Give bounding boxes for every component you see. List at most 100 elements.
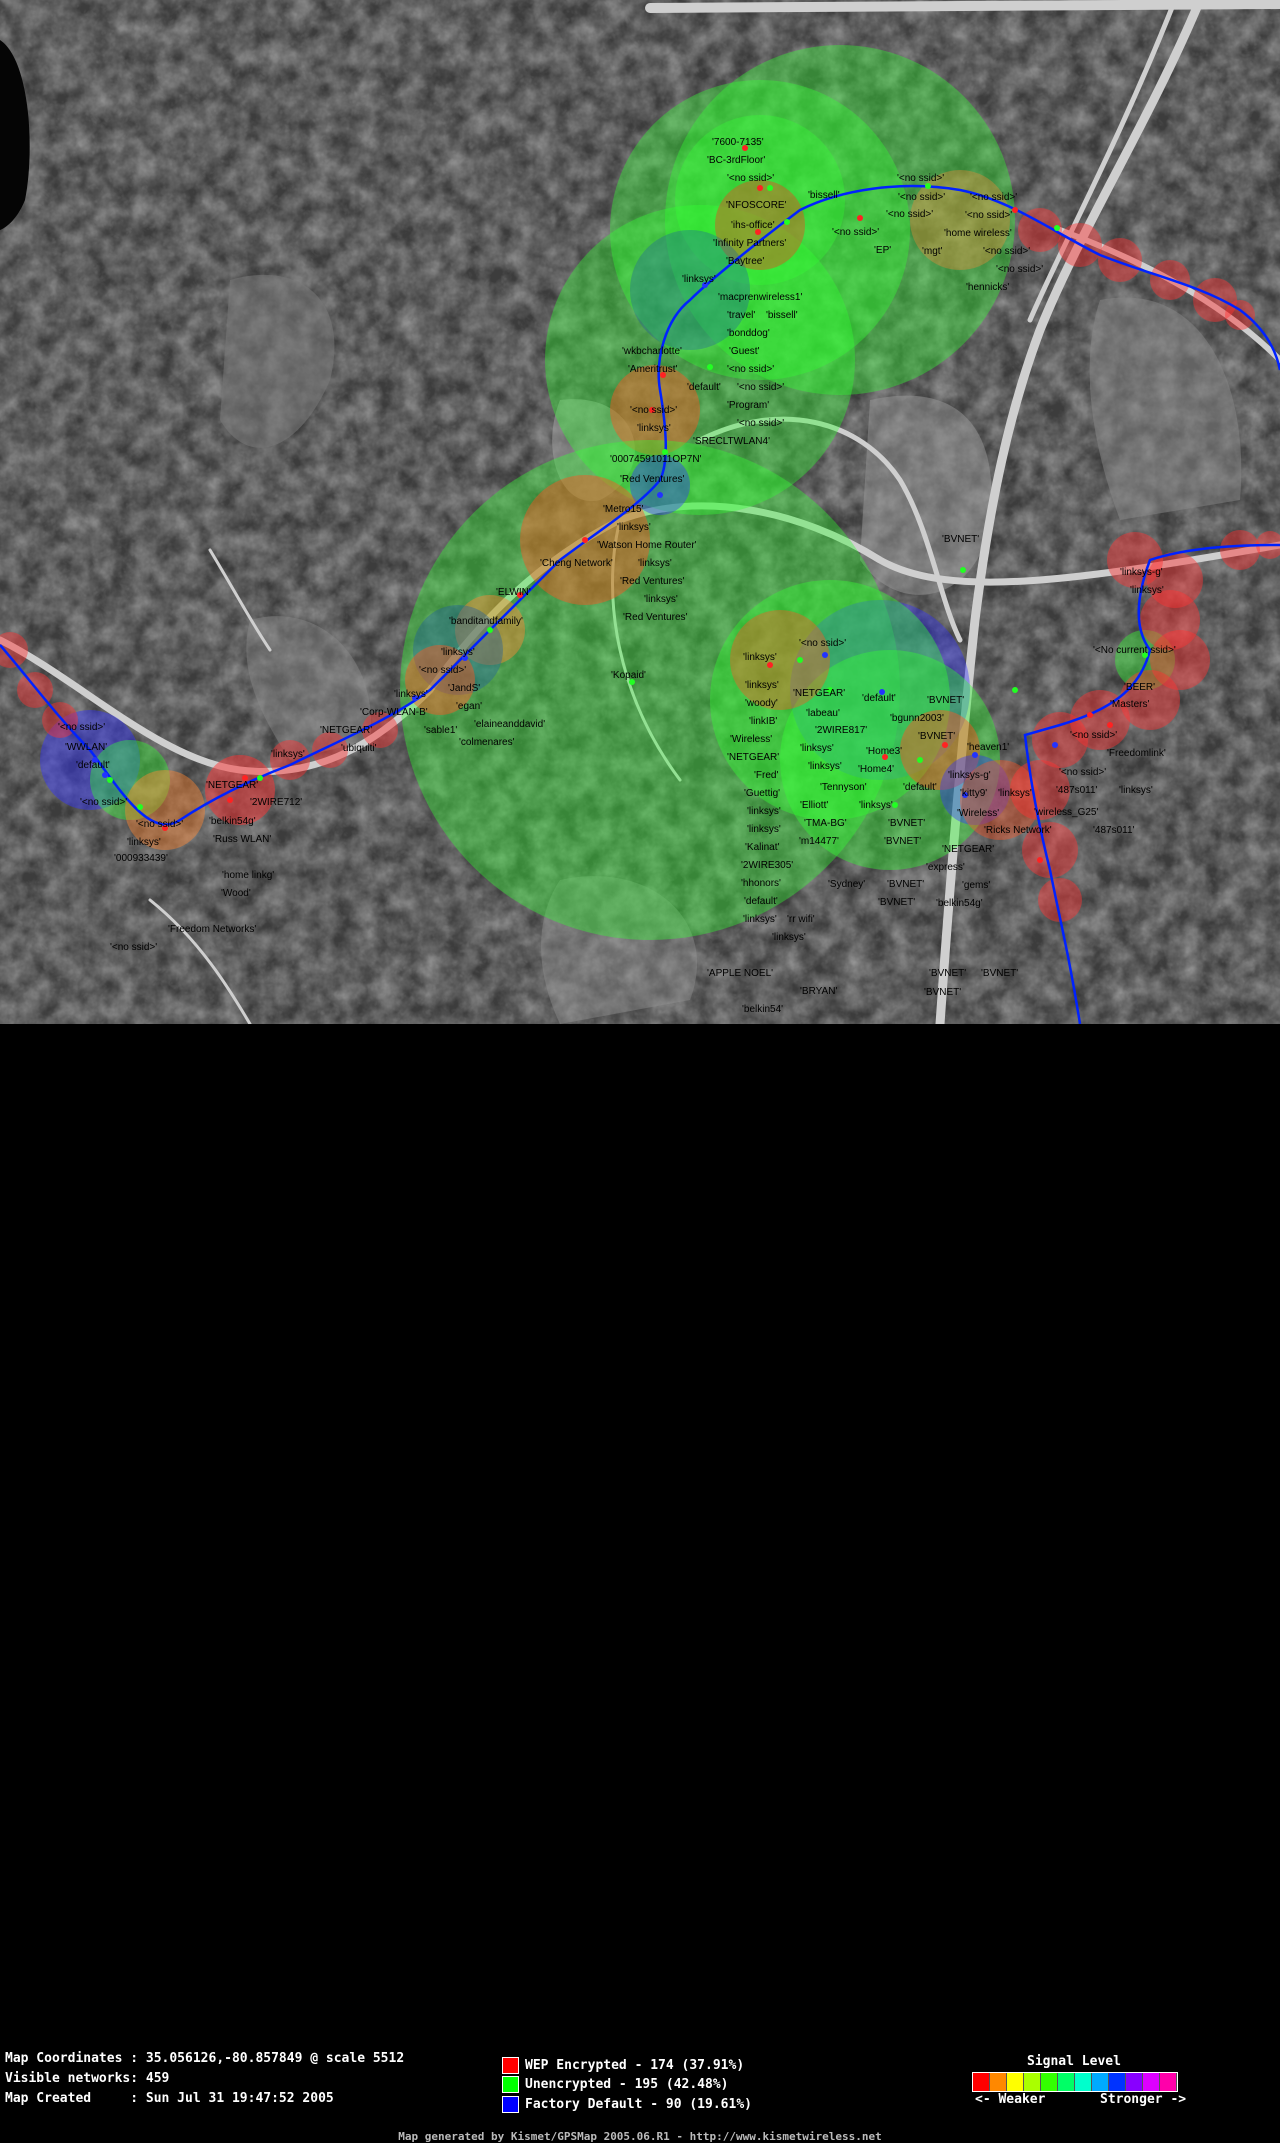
map-legend-panel: Map Coordinates : 35.056126,-80.857849 @… [0,1024,1280,2143]
ssid-label: '<no ssid>' [832,227,879,238]
ssid-label: 'BC-3rdFloor' [707,155,765,166]
signal-level-cell [1109,2073,1126,2091]
ssid-label: 'mgt' [922,246,943,257]
ssid-label: 'BEER' [1124,682,1155,693]
ssid-label: 'linksys' [745,680,779,691]
ssid-label: 'Home3' [866,746,902,757]
ssid-label: 'WWLAN' [65,742,107,753]
ssid-label: 'linksys' [637,423,671,434]
ssid-label: '<no ssid>' [110,942,157,953]
signal-level-cell [1143,2073,1160,2091]
ssid-label: '00074591011OP7N' [610,454,702,465]
ssid-label: 'ELWIN' [496,587,531,598]
ssid-label: 'BVNET' [924,987,961,998]
signal-level-cell [1092,2073,1109,2091]
ssid-label: 'Freedom Networks' [168,924,256,935]
legend-factory-label: Factory Default - 90 (19.61%) [525,2096,752,2112]
ssid-label: 'bgunn2003' [890,713,944,724]
ssid-label: 'wireless_G25' [1034,807,1098,818]
signal-level-cell [1160,2073,1177,2091]
legend-unencrypted-label: Unencrypted - 195 (42.48%) [525,2076,729,2092]
signal-level-cell [1024,2073,1041,2091]
legend-wep: WEP Encrypted - 174 (37.91%) [502,2056,744,2074]
ssid-label: 'BVNET' [888,818,925,829]
ssid-label: 'belkin54' [742,1004,783,1015]
ssid-label: 'bonddog' [727,328,770,339]
ssid-label: 'bissell' [766,310,798,321]
unencrypted-swatch [502,2075,519,2093]
ssid-label: 'linksys' [638,558,672,569]
ssid-label: 'linksys-g' [1120,567,1163,578]
ssid-label: 'Elliott' [800,800,828,811]
ssid-label: 'heaven1' [967,742,1009,753]
ssid-label: 'linksys' [1130,585,1164,596]
ssid-label: 'NETGEAR' [942,844,994,855]
ssid-label: 'linksys' [127,837,161,848]
ssid-label: 'APPLE NOEL' [707,968,773,979]
ssid-label: 'linksys' [743,652,777,663]
ssid-label: '<No current ssid>' [1093,645,1176,656]
ssid-label: 'BVNET' [927,695,964,706]
ssid-label: 'Kopaid' [611,670,646,681]
signal-stronger-label: Stronger -> [1100,2092,1187,2107]
ssid-label: '2WIRE305' [741,860,793,871]
legend-factory: Factory Default - 90 (19.61%) [502,2095,752,2113]
ssid-label: 'NETGEAR' [727,752,779,763]
ssid-label: 'Wireless' [957,808,999,819]
ssid-label: '<no ssid>' [1070,730,1117,741]
ssid-label: 'gems' [962,880,990,891]
signal-level-title: Signal Level [1027,2054,1121,2069]
ssid-label: 'NFOSCORE' [726,200,787,211]
ssid-label: 'linksys' [800,743,834,754]
ssid-label: 'BRYAN' [800,986,837,997]
ssid-label: 'woody' [745,698,778,709]
ssid-label: 'Wireless' [730,734,772,745]
ssid-label: 'Metro15' [603,504,644,515]
ssid-label: 'labeau' [806,708,840,719]
visible-networks: Visible networks: 459 [5,2071,170,2086]
ssid-label: 'Cheng Network' [540,558,613,569]
ssid-label: '<no ssid>' [970,192,1017,203]
ssid-label: 'Guest' [729,346,760,357]
ssid-label: 'belkin54g' [209,816,256,827]
ssid-label: 'kitty9' [960,788,987,799]
ssid-label: 'elaineanddavid' [474,719,545,730]
ssid-label: 'bissell' [808,190,840,201]
ssid-label: 'linksys' [772,932,806,943]
ssid-label: 'default' [744,896,778,907]
ssid-label: 'BVNET' [918,731,955,742]
signal-level-cell [1075,2073,1092,2091]
ssid-label: '487s011' [1056,785,1098,796]
ssid-label: 'linksys' [998,788,1032,799]
ssid-label: 'hennicks' [966,282,1009,293]
ssid-label: 'Ameritrust' [628,364,677,375]
ssid-label: 'ubiquiti' [341,743,377,754]
ssid-label: '2WIRE712' [250,797,302,808]
ssid-label: 'Corp-WLAN-B' [360,707,428,718]
ssid-label: '<no ssid>' [996,264,1043,275]
ssid-label: '<no ssid>' [983,246,1030,257]
ssid-label: 'linksys-g' [948,770,991,781]
ssid-label: 'colmenares' [459,737,515,748]
wireless-coverage-map: '7600-7135' 'BC-3rdFloor' '<no ssid>' 'b… [0,0,1280,1024]
ssid-label: '<no ssid>' [799,638,846,649]
ssid-label: 'linksys' [808,761,842,772]
ssid-label: 'egan' [456,701,482,712]
ssid-label: 'NETGEAR' [793,688,845,699]
ssid-label: 'wkbcharlotte' [622,346,682,357]
ssid-label: 'Sydney' [828,879,865,890]
ssid-label: '<no ssid>' [136,819,183,830]
signal-level-cell [1007,2073,1024,2091]
ssid-label: 'default' [862,693,896,704]
ssid-label: 'linksys' [441,647,475,658]
ssid-label: 'Ricks Network' [984,825,1052,836]
ssid-label: 'JandS' [448,683,480,694]
ssid-label: 'BVNET' [878,897,915,908]
ssid-label: 'linksys' [747,806,781,817]
ssid-label: 'Home4' [858,764,894,775]
wep-swatch [502,2056,519,2074]
ssid-label: '<no ssid>' [419,665,466,676]
ssid-label: 'NETGEAR' [206,780,258,791]
ssid-label: '<no ssid>' [630,405,677,416]
signal-level-cell [973,2073,990,2091]
